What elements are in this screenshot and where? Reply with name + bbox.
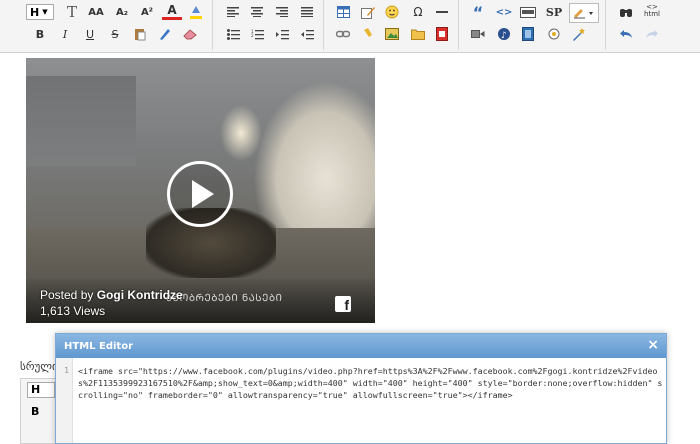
line-number-gutter: 1 bbox=[56, 358, 73, 443]
paste-icon[interactable] bbox=[130, 25, 150, 43]
italic-button[interactable]: I bbox=[55, 25, 75, 43]
toolbar-group-text-style: H ▼ T AA A₂ A² A B I U S bbox=[20, 0, 213, 50]
html-editor-dialog: HTML Editor × 1 <iframe src="https://www… bbox=[55, 333, 667, 444]
eraser-icon[interactable] bbox=[180, 25, 200, 43]
lower-format-select[interactable]: H bbox=[27, 382, 55, 398]
source-code-icon[interactable]: <> bbox=[494, 3, 514, 21]
align-justify-icon[interactable] bbox=[297, 3, 317, 21]
spellcheck-button[interactable]: SP bbox=[544, 3, 564, 21]
toolbar-group-insert: Ω bbox=[328, 0, 459, 50]
editor-toolbar: H ▼ T AA A₂ A² A B I U S 12 Ω “ <> SP ♪ … bbox=[0, 0, 700, 53]
toolbar-group-paragraph: 12 bbox=[217, 0, 324, 50]
link-icon[interactable] bbox=[333, 25, 353, 43]
image-icon[interactable] bbox=[382, 25, 402, 43]
subscript-icon[interactable]: A₂ bbox=[112, 3, 132, 21]
media-record-icon[interactable] bbox=[544, 25, 564, 43]
align-center-icon[interactable] bbox=[247, 3, 267, 21]
audio-icon[interactable]: ♪ bbox=[494, 25, 514, 43]
redo-icon[interactable] bbox=[642, 25, 662, 43]
format-select[interactable]: H ▼ bbox=[26, 4, 54, 20]
horizontal-rule-icon[interactable] bbox=[432, 3, 452, 21]
facebook-icon-glyph: f bbox=[344, 297, 349, 312]
align-left-icon[interactable] bbox=[223, 3, 243, 21]
html-code-editor[interactable]: <iframe src="https://www.facebook.com/pl… bbox=[78, 365, 663, 401]
folder-icon[interactable] bbox=[408, 25, 428, 43]
video-author-link[interactable]: Gogi Kontridze bbox=[97, 288, 183, 302]
underline-button[interactable]: U bbox=[80, 25, 100, 43]
emoji-icon[interactable] bbox=[382, 3, 402, 21]
align-right-icon[interactable] bbox=[272, 3, 292, 21]
lower-bold-button[interactable]: B bbox=[31, 405, 39, 418]
html-view-label: html bbox=[644, 10, 660, 18]
numbered-list-icon[interactable]: 12 bbox=[247, 25, 267, 43]
table-icon[interactable] bbox=[333, 3, 353, 21]
play-icon bbox=[192, 180, 214, 208]
edit-form-icon[interactable] bbox=[358, 3, 378, 21]
film-icon[interactable] bbox=[518, 25, 538, 43]
special-char-omega-icon[interactable]: Ω bbox=[408, 3, 428, 21]
video-frame-background bbox=[26, 76, 136, 166]
highlight-icon[interactable] bbox=[186, 3, 206, 21]
style-brush-icon[interactable] bbox=[155, 25, 175, 43]
undo-icon[interactable] bbox=[616, 25, 636, 43]
posted-by-prefix: Posted by bbox=[40, 288, 94, 302]
svg-text:♪: ♪ bbox=[501, 31, 507, 41]
pdf-icon[interactable] bbox=[432, 25, 452, 43]
dialog-header: HTML Editor × bbox=[56, 334, 666, 358]
strikethrough-button[interactable]: S bbox=[105, 25, 125, 43]
play-button[interactable] bbox=[167, 161, 233, 227]
outdent-icon[interactable] bbox=[297, 25, 317, 43]
find-icon[interactable] bbox=[616, 3, 636, 21]
svg-text:2: 2 bbox=[251, 33, 254, 38]
video-camera-icon[interactable] bbox=[468, 25, 488, 43]
clear-format-icon[interactable]: T bbox=[62, 3, 82, 21]
blockquote-icon[interactable]: “ bbox=[468, 3, 488, 22]
video-view-count: 1,613 Views bbox=[40, 304, 106, 318]
facebook-icon[interactable]: f bbox=[335, 296, 351, 312]
font-color-icon[interactable]: A bbox=[162, 3, 182, 20]
html-badge-icon[interactable] bbox=[518, 3, 538, 21]
video-posted-by: Posted by Gogi Kontridze bbox=[40, 288, 183, 302]
dialog-title: HTML Editor bbox=[64, 340, 133, 352]
lower-field-label: სრული bbox=[20, 360, 58, 373]
video-caption-text: ᲐᲛᲝᲑᲠᲔᲑᲔᲑᲘ ᲜᲐᲡᲔᲑᲘ bbox=[166, 293, 283, 304]
bold-button[interactable]: B bbox=[30, 25, 50, 43]
font-size-up-icon[interactable]: AA bbox=[86, 3, 106, 21]
indent-icon[interactable] bbox=[272, 25, 292, 43]
superscript-icon[interactable]: A² bbox=[137, 3, 157, 21]
format-select-value: H bbox=[30, 5, 40, 19]
toolbar-group-misc: <> html bbox=[610, 0, 670, 50]
magic-wand-icon[interactable] bbox=[569, 25, 589, 43]
html-view-button[interactable]: <> html bbox=[642, 2, 662, 20]
markup-select[interactable] bbox=[569, 3, 599, 23]
chevron-down-icon: ▼ bbox=[42, 8, 48, 16]
toolbar-group-media: “ <> SP ♪ bbox=[463, 0, 606, 50]
close-icon[interactable]: × bbox=[647, 338, 659, 352]
bullet-list-icon[interactable] bbox=[223, 25, 243, 43]
embedded-video[interactable]: ᲐᲛᲝᲑᲠᲔᲑᲔᲑᲘ ᲜᲐᲡᲔᲑᲘ Posted by Gogi Kontrid… bbox=[26, 58, 375, 323]
anchor-icon[interactable] bbox=[358, 25, 378, 43]
